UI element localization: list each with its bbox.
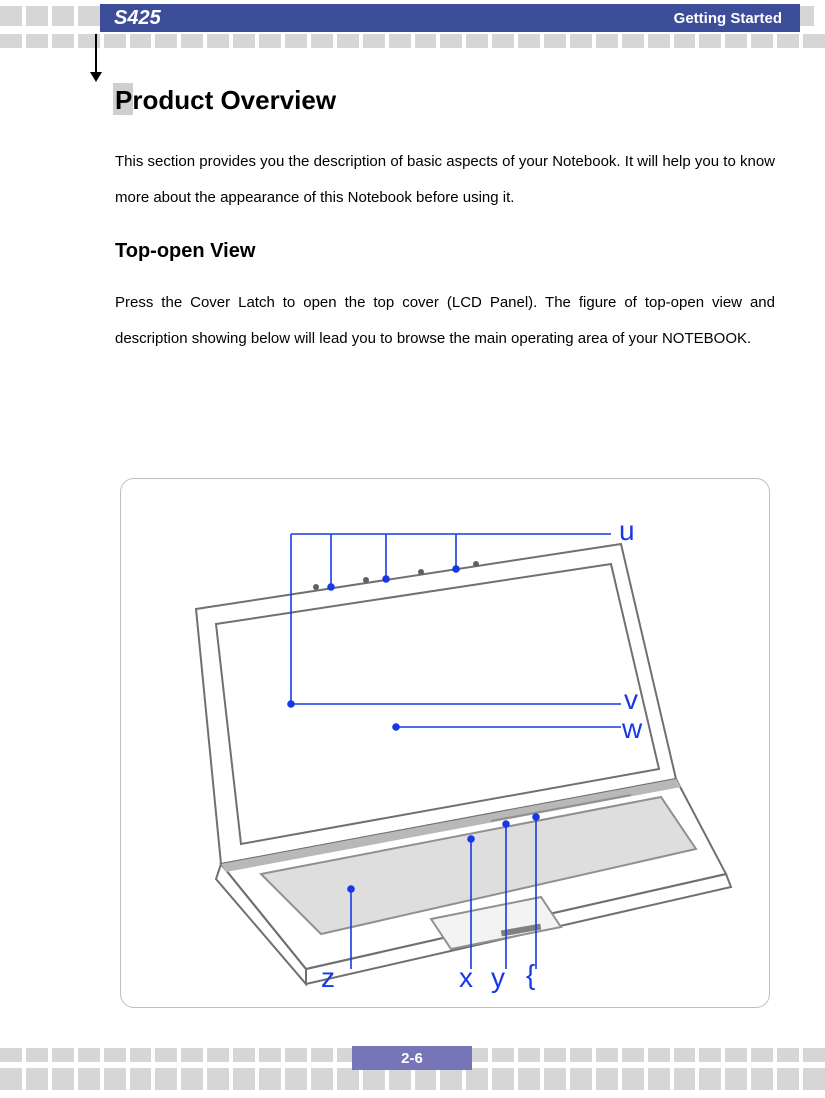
page-title: Product Overview: [115, 85, 775, 116]
header-section: Getting Started: [674, 10, 782, 27]
page-number: 2-6: [352, 1046, 472, 1070]
top-deco-row-1: [0, 6, 100, 26]
header-model: S425: [114, 7, 161, 30]
callout-y-lower: y: [491, 962, 505, 994]
callout-brace: {: [526, 959, 535, 991]
callout-z: z: [321, 962, 335, 994]
content-area: Product Overview This section provides y…: [115, 85, 775, 381]
callout-v-upper: v: [624, 684, 638, 716]
intro-paragraph: This section provides you the descriptio…: [115, 144, 775, 216]
down-arrow-head-icon: [90, 72, 102, 82]
bottom-deco-row-2: [0, 1068, 825, 1090]
subheading-paragraph: Press the Cover Latch to open the top co…: [115, 285, 775, 357]
header-bar: S425 Getting Started: [100, 4, 800, 32]
down-arrow-stem: [95, 34, 97, 76]
callout-w: w: [622, 713, 642, 745]
figure-box: u v w z x y {: [120, 478, 770, 1008]
top-deco-row-2: [0, 34, 825, 48]
subheading: Top-open View: [115, 240, 775, 263]
callout-x: x: [459, 962, 473, 994]
laptop-diagram: [121, 479, 771, 1009]
callout-u: u: [619, 515, 635, 547]
